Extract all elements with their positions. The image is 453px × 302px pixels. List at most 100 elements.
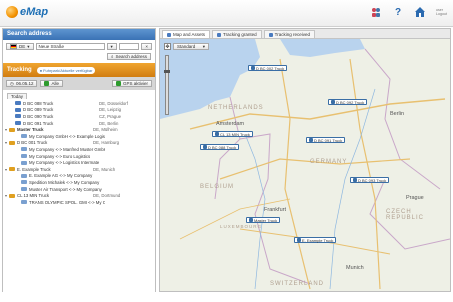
tree-row[interactable]: My Company <-> Euro Logistics xyxy=(3,153,155,160)
help-icon[interactable]: ? xyxy=(392,6,404,18)
vehicle-marker[interactable]: Master Truck xyxy=(246,217,281,223)
tracking-pill-label: Fuhrpark/Aktuelle verfügbar xyxy=(43,67,93,73)
tree-row[interactable]: My Company <-> Manfred Muster GmbH xyxy=(3,146,155,153)
tree-row[interactable]: Muster Air Transport <-> My Company xyxy=(3,186,155,193)
address-row: DE ▾ Neue Straße ▾ × xyxy=(3,40,155,51)
search-row: ⌕ Search address xyxy=(3,51,155,63)
link-icon xyxy=(21,180,27,185)
search-address-label: Search address xyxy=(115,54,147,59)
country-label: CZECH REPUBLIC xyxy=(386,209,425,221)
header-actions: ? user Logout xyxy=(370,6,447,18)
gps-label: GPS aktivier xyxy=(122,81,148,86)
map-tab[interactable]: Map and Assets xyxy=(162,30,211,38)
date-value: 06.05.12 xyxy=(15,81,34,86)
vehicle-marker[interactable]: CL 13 MIN Truck xyxy=(212,131,253,137)
tree-row-location: DE, Dortmund xyxy=(93,193,121,199)
vehicle-marker[interactable]: D BC 088 Truck xyxy=(200,144,240,150)
tree-row[interactable]: D BC 089 Truck DE, Leipzig xyxy=(3,107,155,114)
layer-value: Standard xyxy=(177,44,196,49)
tree-row[interactable]: E. Example AG <-> My Company xyxy=(3,173,155,180)
map-canvas[interactable]: ✥ Standard ▾ NETHERLANDS GERMANY BELGIUM… xyxy=(160,39,450,291)
tree-row-name: E. Example Truck xyxy=(17,166,51,172)
truck-icon xyxy=(249,218,253,222)
house-number-input[interactable] xyxy=(118,43,140,50)
country-label: LUXEMBOURG xyxy=(220,224,263,229)
street-input[interactable]: Neue Straße xyxy=(35,43,105,50)
clear-button[interactable]: × xyxy=(141,43,152,50)
home-icon[interactable] xyxy=(414,6,426,18)
marker-label: D BC 093 Truck xyxy=(358,177,387,183)
map-tabs: Map and Assets Tracking granted Tracking r… xyxy=(160,29,450,39)
app-logo[interactable]: eMap xyxy=(6,6,48,18)
tree-row-name: E. Example AG <-> My Company xyxy=(29,173,93,179)
tree-row[interactable]: TRANS OLYMPIC SPOL. GMI <-> My Company xyxy=(3,199,155,206)
truck-icon xyxy=(15,101,21,106)
map-tab[interactable]: Tracking received xyxy=(263,30,315,38)
tree-rows: D BC 088 Truck DE, Düsseldorf D BC 089 Tru… xyxy=(3,100,155,206)
user-menu[interactable]: user Logout xyxy=(436,8,447,16)
country-label: GERMANY xyxy=(310,159,348,165)
tree-row[interactable]: D BC 091 Truck DE, Berlin xyxy=(3,120,155,127)
tree-row[interactable]: ▾ E. Example Truck DE, Munich xyxy=(3,166,155,173)
tree-row-location: DE, Hamburg xyxy=(93,140,120,146)
tree-row-location: DE, Mülheim xyxy=(93,127,118,133)
all-toggle[interactable]: Alle xyxy=(40,80,63,87)
truck-icon xyxy=(203,145,207,149)
logout-link[interactable]: Logout xyxy=(436,12,447,16)
gps-icon xyxy=(115,81,121,86)
vehicle-marker[interactable]: D BC 093 Truck xyxy=(350,177,390,183)
map-tab-label: Map and Assets xyxy=(173,32,206,37)
zoom-slider[interactable] xyxy=(164,55,170,115)
tree-row[interactable]: D BC 090 Truck CZ, Prague xyxy=(3,113,155,120)
country-select[interactable]: DE ▾ xyxy=(6,43,34,50)
tree-row[interactable]: D BC 088 Truck DE, Düsseldorf xyxy=(3,100,155,107)
vehicle-marker[interactable]: D BC 091 Truck xyxy=(306,137,346,143)
truck-icon xyxy=(309,138,313,142)
tab-today[interactable]: Today xyxy=(7,93,27,99)
search-address-button[interactable]: ⌕ Search address xyxy=(106,53,151,60)
truck-icon xyxy=(9,127,15,132)
info-icon: ● xyxy=(39,67,43,73)
tree-row[interactable]: ▾ CL 13 MIN Truck DE, Dortmund xyxy=(3,192,155,199)
tracking-filter-pill[interactable]: ● Fuhrpark/Aktuelle verfügbar xyxy=(36,66,96,74)
tree-row-name: My Company <-> Euro Logistics xyxy=(29,153,91,159)
marker-label: CL 13 MIN Truck xyxy=(220,131,250,137)
tree-row-location: DE, Munich xyxy=(93,166,116,172)
tree-row-name: D BC 088 Truck xyxy=(23,100,54,106)
tree-row[interactable]: ▾ Master Truck DE, Mülheim xyxy=(3,126,155,133)
layer-select[interactable]: Standard ▾ xyxy=(173,43,209,50)
date-picker[interactable]: ◷ 06.05.12 xyxy=(6,80,38,87)
map-tab-label: Tracking received xyxy=(274,32,310,37)
vehicle-marker[interactable]: D BC 092 Truck xyxy=(328,99,368,105)
tree-row-name: TRANS OLYMPIC SPOL. GMI <-> My Company xyxy=(29,199,105,205)
chevron-down-icon: ▾ xyxy=(27,43,30,49)
tree-row-name: Muster Air Transport <-> My Company xyxy=(29,186,102,192)
truck-icon xyxy=(9,167,15,172)
map-panel: Map and Assets Tracking granted Tracking r… xyxy=(159,28,451,292)
tree-row[interactable]: My Company <-> Logistics Intermate xyxy=(3,159,155,166)
tree-row[interactable]: Spedition Michalek <-> My Company xyxy=(3,179,155,186)
search-address-title: Search address xyxy=(3,29,155,40)
tracking-title: Tracking xyxy=(7,67,32,73)
vehicle-marker[interactable]: E. Example Truck xyxy=(294,237,337,243)
tree-row-name: My Company GmbH <-> Example Logistics xyxy=(29,133,105,139)
street-dropdown[interactable]: ▾ xyxy=(106,43,117,50)
vehicle-marker[interactable]: D BC 002 Truck xyxy=(248,65,288,71)
tree-row[interactable]: My Company GmbH <-> Example Logistics xyxy=(3,133,155,140)
truck-icon xyxy=(215,132,219,136)
flag-de-icon xyxy=(10,44,17,49)
link-icon xyxy=(21,200,27,205)
country-label: NETHERLANDS xyxy=(208,105,264,111)
zoom-knob[interactable] xyxy=(164,70,170,73)
all-label: Alle xyxy=(51,81,59,86)
tree-row-location: CZ, Prague xyxy=(99,113,121,119)
map-tab[interactable]: Tracking granted xyxy=(212,30,262,38)
marker-label: D BC 088 Truck xyxy=(208,144,237,150)
people-icon[interactable] xyxy=(370,6,382,18)
tree-row-name: CL 13 MIN Truck xyxy=(17,193,50,199)
gps-button[interactable]: GPS aktivier xyxy=(111,80,152,87)
pan-icon[interactable]: ✥ xyxy=(164,43,171,50)
country-value: DE xyxy=(19,44,26,49)
tree-row[interactable]: ▾ D BC 001 Truck DE, Hamburg xyxy=(3,140,155,147)
truck-icon xyxy=(331,100,335,104)
